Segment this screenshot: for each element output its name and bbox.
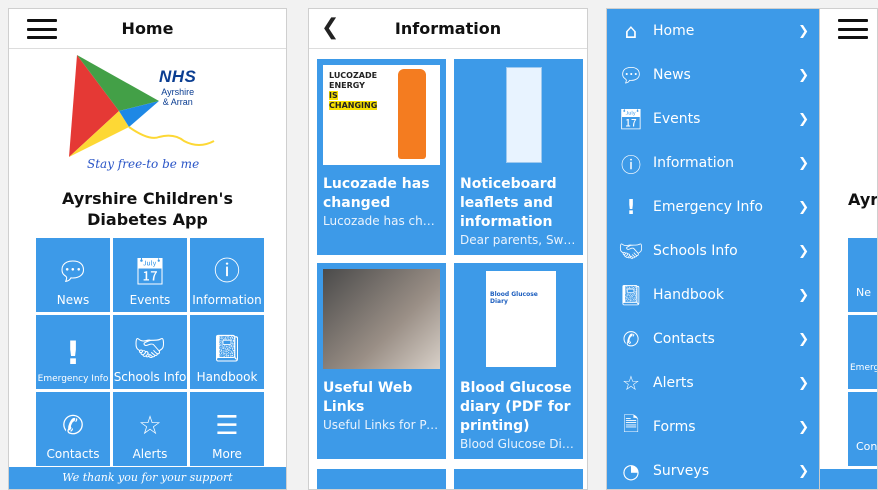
lucozade-thumbnail: LUCOZADE ENERGY IS CHANGING [323,65,440,165]
glucose-diary-thumbnail: Blood Glucose Diary [460,269,577,369]
menu-item-handbook[interactable]: 📓︎ Handbook ❯ [607,273,819,317]
star-icon: ☆ [622,371,640,395]
notebook-icon: 📓︎ [618,283,644,307]
card-title: Blood Glucose diary (PDF for printing) [460,380,572,434]
card-title: Useful Web Links [323,380,413,415]
exclamation-icon: ! [626,195,636,219]
page-title: Home [121,19,174,38]
phone-mail-icon: ✆ [622,327,640,351]
card-title: Lucozade has changed [323,176,430,211]
app-name: Ayrshire Children's Diabetes App [62,189,233,229]
forms-icon: 🗎 [622,412,640,436]
handshake-icon: 🤝︎ [618,239,644,263]
chevron-right-icon: ❯ [798,463,809,479]
handshake-icon: 🤝︎ [133,334,167,364]
back-arrow-icon[interactable]: ❮ [321,15,339,40]
menu-item-home[interactable]: ⌂ Home ❯ [607,9,819,53]
menu-item-alerts[interactable]: ☆ Alerts ❯ [607,361,819,405]
notebook-icon: 📓︎ [210,334,244,364]
peek-tile-news[interactable]: Ne [848,238,877,312]
info-icon: ⓘ [621,152,641,177]
information-screen: ❮ Information LUCOZADE ENERGY IS CHANGING… [308,8,588,490]
hamburger-menu-icon[interactable] [27,19,57,39]
logo-tagline: Stay free-to be me [87,157,200,171]
info-card-lucozade[interactable]: LUCOZADE ENERGY IS CHANGING Lucozade has … [317,59,446,255]
chevron-right-icon: ❯ [798,199,809,215]
chevron-right-icon: ❯ [798,375,809,391]
exclamation-icon: ! [65,334,81,372]
peek-tile-emergency[interactable]: Emerge [848,315,877,389]
menu-item-emergency-info[interactable]: ! Emergency Info ❯ [607,185,819,229]
page-title: Information [394,19,502,38]
tile-handbook[interactable]: 📓︎ Handbook [190,315,264,389]
home-screen-peek: Ayrs Ne Emerge Con [819,9,878,489]
tile-emergency-info[interactable]: ! Emergency Info [36,315,110,389]
side-menu: ⌂ Home ❯ 💬︎ News ❯ 📅︎ Events ❯ ⓘ Information ❯ !… [607,9,819,489]
card-title: Noticeboard leaflets and information [460,176,557,230]
info-card-glucose-diary[interactable]: Blood Glucose Diary Blood Glucose diary … [454,263,583,459]
chat-bubble-icon: 💬︎ [56,257,90,287]
noticeboard-thumbnail [460,65,577,165]
chevron-right-icon: ❯ [798,287,809,303]
menu-item-surveys[interactable]: ◔ Surveys ❯ [607,449,819,489]
surveys-icon: ◔ [622,459,640,483]
chevron-right-icon: ❯ [798,243,809,259]
info-card-web-links[interactable]: Useful Web Links Useful Links for Person… [317,263,446,459]
home-tile-grid: 💬︎ News 📅︎ Events ⓘ Information ! Emergency … [36,238,264,466]
chevron-right-icon: ❯ [798,111,809,127]
home-header: Home [9,9,286,49]
information-header: ❮ Information [309,9,587,49]
calendar-icon: 📅︎ [618,107,644,131]
info-card-noticeboard[interactable]: Noticeboard leaflets and information Dea… [454,59,583,255]
tile-schools-info[interactable]: 🤝︎ Schools Info [113,315,187,389]
peek-tile-contacts[interactable]: Con [848,392,877,466]
card-description: Blood Glucose Diary [460,437,577,451]
side-menu-screen: ⌂ Home ❯ 💬︎ News ❯ 📅︎ Events ❯ ⓘ Information ❯ !… [606,8,878,490]
nhs-logo: NHS Ayrshire & Arran [159,67,197,107]
chevron-right-icon: ❯ [798,23,809,39]
chat-bubble-icon: 💬︎ [618,63,644,87]
chevron-right-icon: ❯ [798,155,809,171]
menu-item-news[interactable]: 💬︎ News ❯ [607,53,819,97]
home-icon: ⌂ [624,19,638,43]
card-description: Dear parents, Swip... [460,233,577,247]
menu-item-schools-info[interactable]: 🤝︎ Schools Info ❯ [607,229,819,273]
chevron-right-icon: ❯ [798,419,809,435]
menu-item-forms[interactable]: 🗎 Forms ❯ [607,405,819,449]
card-description: Useful Links for Personal Glucose... [323,418,440,432]
tile-more[interactable]: ☰ More [190,392,264,466]
tile-events[interactable]: 📅︎ Events [113,238,187,312]
card-description: Lucozade has changed it's formu... [323,214,440,228]
menu-item-contacts[interactable]: ✆ Contacts ❯ [607,317,819,361]
tile-information[interactable]: ⓘ Information [190,238,264,312]
info-card-partial[interactable] [454,469,583,489]
list-icon: ☰ [215,411,239,441]
calendar-icon: 📅︎ [133,257,167,287]
peek-footer [820,469,877,489]
home-footer: We thank you for your support [9,467,286,489]
app-logo: NHS Ayrshire & Arran Stay free-to be me [9,49,286,184]
tile-alerts[interactable]: ☆ Alerts [113,392,187,466]
info-card-partial[interactable] [317,469,446,489]
info-icon: ⓘ [213,257,240,287]
chevron-right-icon: ❯ [798,67,809,83]
laptop-photo-thumbnail [323,269,440,369]
hamburger-menu-icon[interactable] [838,19,868,39]
tile-contacts[interactable]: ✆ Contacts [36,392,110,466]
chevron-right-icon: ❯ [798,331,809,347]
information-cards: LUCOZADE ENERGY IS CHANGING Lucozade has … [317,59,583,489]
menu-item-events[interactable]: 📅︎ Events ❯ [607,97,819,141]
tile-news[interactable]: 💬︎ News [36,238,110,312]
peek-title: Ayrs [848,190,878,209]
phone-mail-icon: ✆ [62,411,84,441]
home-screen: Home NHS Ayrshire & Arran Stay free-to b… [8,8,287,490]
star-icon: ☆ [138,411,162,441]
menu-item-information[interactable]: ⓘ Information ❯ [607,141,819,185]
